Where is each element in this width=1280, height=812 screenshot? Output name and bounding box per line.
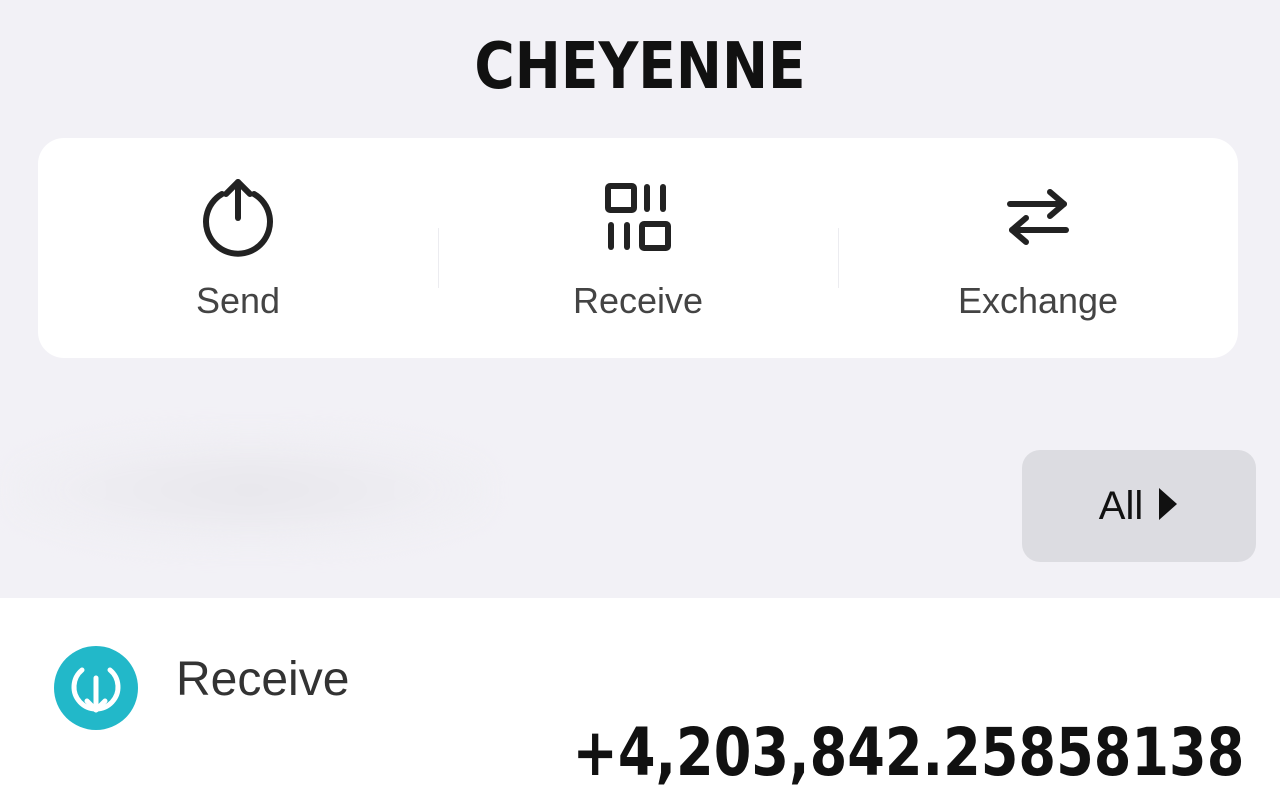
send-label: Send — [195, 280, 281, 321]
divider — [838, 228, 839, 288]
all-label: All — [1098, 483, 1144, 528]
receive-button[interactable]: Receive — [438, 138, 838, 358]
transaction-type-label: Receive — [176, 653, 350, 706]
exchange-label: Exchange — [957, 280, 1119, 321]
qr-code-icon — [596, 174, 680, 258]
send-button[interactable]: Send — [38, 138, 438, 358]
receive-label: Receive — [572, 280, 704, 321]
blurred-region — [10, 430, 490, 550]
divider — [438, 228, 439, 288]
exchange-arrows-icon — [996, 174, 1080, 258]
receive-download-icon — [52, 644, 140, 732]
actions-card: Send Receive Exchange — [38, 138, 1238, 358]
send-icon — [196, 174, 280, 258]
caret-right-icon — [1157, 486, 1179, 527]
wallet-title: CHEYENNE — [474, 30, 806, 104]
transaction-amount: +4,203,842.25858138 — [572, 714, 1244, 791]
exchange-button[interactable]: Exchange — [838, 138, 1238, 358]
all-filter-button[interactable]: All — [1022, 450, 1256, 562]
transaction-row[interactable]: Receive +4,203,842.25858138 — [0, 598, 1280, 812]
